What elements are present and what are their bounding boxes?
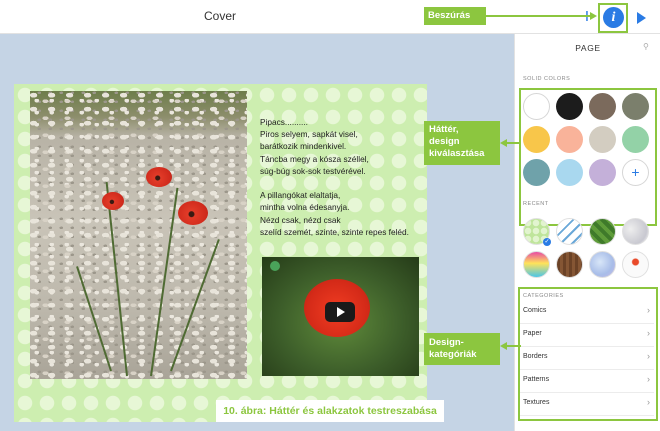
poem-line: Piros selyem, sapkát visel, [260,129,358,140]
category-label: Borders [523,353,548,360]
chevron-right-icon: › [647,397,650,407]
category-label: Patterns [523,376,550,383]
color-swatch[interactable] [556,159,583,186]
play-icon[interactable] [637,12,646,24]
floral-pattern-icon[interactable] [622,251,649,278]
category-item-borders[interactable]: Borders › [520,347,654,370]
insert-callout: Beszúrás [424,7,486,25]
blue-watercolor-icon[interactable] [589,251,616,278]
chevron-right-icon: › [647,328,650,338]
top-bar: Cover + i [0,0,660,34]
book-page[interactable]: Pipacs.......... Piros selyem, sapkát vi… [14,84,427,422]
poem-line: szelíd szemét, szinte, szinte repes felé… [260,226,409,237]
background-callout-line: kiválasztása [429,148,485,159]
chevron-right-icon: › [647,305,650,315]
wood-texture-icon[interactable] [556,251,583,278]
category-label: Textures [523,399,550,406]
poem-line: Nézd csak, nézd csak [260,214,341,225]
dna-pattern-icon[interactable] [556,218,583,245]
selected-check-icon: ✓ [543,238,551,246]
solid-colors-label: SOLID COLORS [523,76,571,82]
insert-callout-arrowhead [590,12,597,20]
poppy-flower [146,167,172,187]
categories-callout: Design- kategóriák [424,333,500,365]
rainbow-gradient-icon[interactable] [523,251,550,278]
chevron-right-icon: › [647,351,650,361]
categories-callout-arrow [507,345,521,347]
gravel-texture [30,91,247,379]
category-item-comics[interactable]: Comics › [520,301,654,324]
background-callout-line: Háttér, [429,124,459,135]
color-swatch[interactable] [622,126,649,153]
color-swatch[interactable] [523,93,550,120]
panel-title: PAGE [575,43,601,53]
categories-callout-arrowhead [500,342,507,350]
color-swatch[interactable] [589,93,616,120]
poppy-flower [102,192,124,210]
editor-canvas: Pipacs.......... Piros selyem, sapkát vi… [0,34,514,431]
category-item-patterns[interactable]: Patterns › [520,370,654,393]
play-icon[interactable] [325,302,355,322]
poppy-video[interactable] [262,257,419,376]
color-swatch[interactable] [589,126,616,153]
chevron-right-icon: › [647,374,650,384]
poem-line: súg-búg sok-sok testvérével. [260,165,366,176]
page-settings-panel: PAGE ⚲ SOLID COLORS + RECENT ✓ CATEGORIE… [514,34,660,431]
categories-callout-line: kategóriák [429,349,477,360]
green-geometric-pattern-icon[interactable] [589,218,616,245]
document-title: Cover [203,9,236,23]
color-swatch[interactable] [523,159,550,186]
video-bud [270,261,280,271]
category-label: Comics [523,307,547,314]
poppy-flower [178,201,208,225]
poem-line: barátkozik mindenkivel. [260,141,347,152]
poem-line: Pipacs.......... [260,117,308,127]
pin-icon[interactable]: ⚲ [643,43,651,51]
insert-callout-arrow [486,15,591,17]
poppy-photo[interactable] [30,91,247,379]
poem-text[interactable]: Pipacs.......... Piros selyem, sapkát vi… [260,116,425,238]
color-swatch[interactable] [589,159,616,186]
marble-pattern-icon[interactable] [622,218,649,245]
color-swatch[interactable] [556,126,583,153]
poem-line-blank [260,177,425,189]
background-callout-line: design [429,136,460,147]
category-label: Paper [523,330,542,337]
color-swatch[interactable] [622,93,649,120]
category-item-textures[interactable]: Textures › [520,393,654,416]
recent-label: RECENT [523,201,549,207]
categories-callout-line: Design- [429,337,464,348]
background-callout-arrowhead [500,139,507,147]
color-swatch[interactable] [523,126,550,153]
info-icon[interactable]: i [603,7,624,28]
background-callout-arrow [507,142,521,144]
add-color-button[interactable]: + [622,159,649,186]
category-item-paper[interactable]: Paper › [520,324,654,347]
color-swatch[interactable] [556,93,583,120]
poem-line: Táncba megy a kósza széllel, [260,153,369,164]
poem-line: mintha volna édesanyja. [260,202,350,213]
poem-line: A pillangókat elaltatja, [260,190,341,201]
figure-caption: 10. ábra: Háttér és alakzatok testreszab… [216,400,444,422]
background-callout: Háttér, design kiválasztása [424,121,500,165]
